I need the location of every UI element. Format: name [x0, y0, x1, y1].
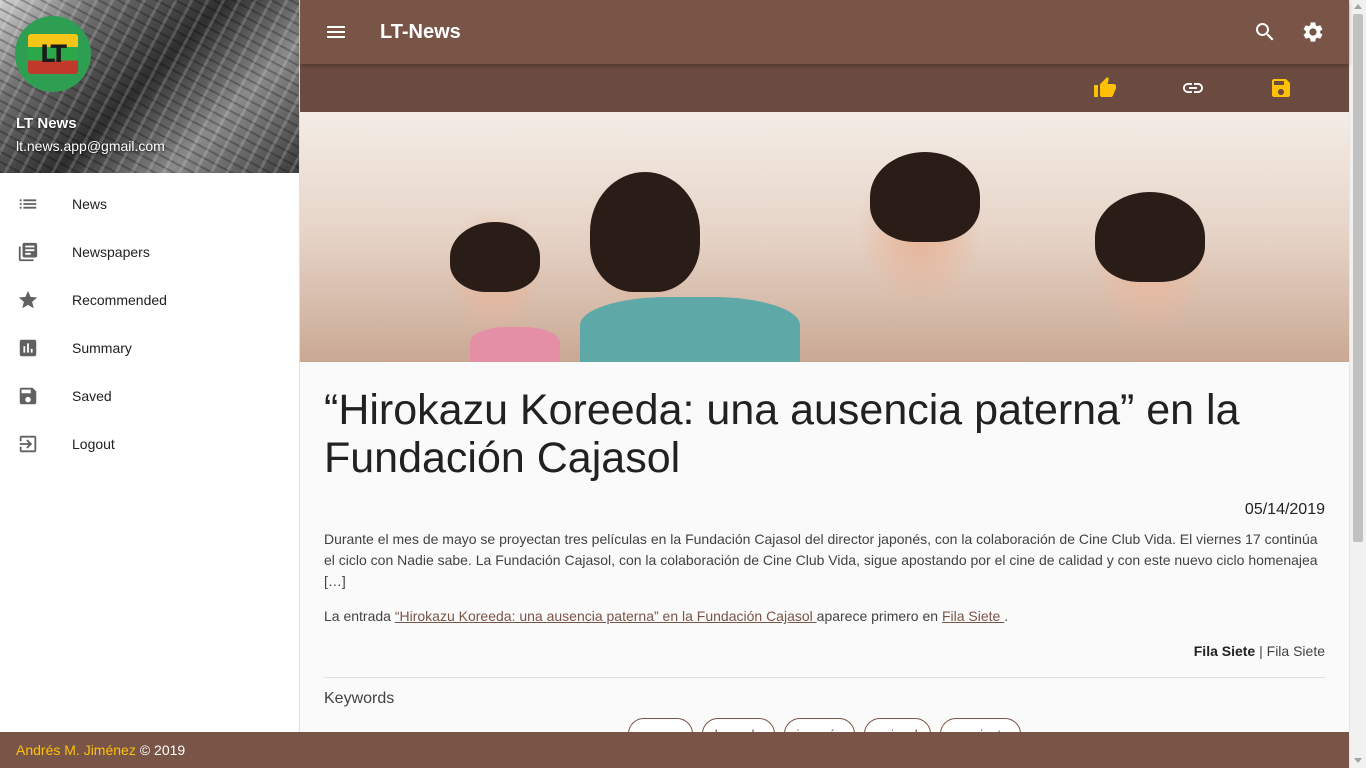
scroll-up-arrow[interactable]: [1354, 4, 1362, 9]
star-icon: [0, 289, 72, 311]
divider: [324, 677, 1325, 678]
menu-icon[interactable]: [324, 20, 348, 44]
nav-list: News Newspapers Recommended Summary Save…: [0, 173, 299, 468]
nav-item-summary[interactable]: Summary: [0, 324, 299, 372]
nav-item-label: News: [72, 196, 108, 212]
user-email: lt.news.app@gmail.com: [16, 138, 165, 154]
source-site: Fila Siete: [1266, 643, 1325, 659]
list-icon: [0, 193, 72, 215]
navigation-drawer: LT LT News lt.news.app@gmail.com News Ne…: [0, 0, 300, 732]
nav-item-label: Recommended: [72, 292, 167, 308]
logout-icon: [0, 433, 72, 455]
scroll-thumb[interactable]: [1353, 14, 1363, 542]
save-icon: [0, 385, 72, 407]
keywords-title: Keywords: [324, 690, 395, 707]
keyword-chip[interactable]: koreeda: [701, 718, 775, 732]
keyword-chip[interactable]: cajasol: [864, 718, 931, 732]
footer-author: Andrés M. Jiménez: [16, 742, 136, 758]
nav-item-recommended[interactable]: Recommended: [0, 276, 299, 324]
keyword-chips: osamu koreeda japonés cajasol asesinato: [324, 718, 1325, 732]
nav-item-news[interactable]: News: [0, 180, 299, 228]
drawer-header: LT LT News lt.news.app@gmail.com: [0, 0, 299, 173]
bar-chart-icon: [0, 337, 72, 359]
article-content: “Hirokazu Koreeda: una ausencia paterna”…: [300, 112, 1349, 732]
article-image: [300, 112, 1349, 362]
nav-item-logout[interactable]: Logout: [0, 420, 299, 468]
nav-item-newspapers[interactable]: Newspapers: [0, 228, 299, 276]
scroll-down-arrow[interactable]: [1354, 758, 1362, 763]
article-link[interactable]: “Hirokazu Koreeda: una ausencia paterna”…: [395, 608, 817, 624]
save-icon[interactable]: [1269, 76, 1293, 100]
app-logo: LT: [28, 34, 78, 74]
thumb-up-icon[interactable]: [1093, 76, 1117, 100]
link-icon[interactable]: [1181, 76, 1205, 100]
nav-item-saved[interactable]: Saved: [0, 372, 299, 420]
keyword-chip[interactable]: asesinato: [939, 718, 1022, 732]
site-link[interactable]: Fila Siete: [942, 608, 1004, 624]
article-action-bar: [300, 64, 1349, 112]
keyword-chip[interactable]: osamu: [627, 718, 693, 732]
scrollbar[interactable]: [1349, 0, 1366, 768]
app-title: LT-News: [380, 20, 461, 43]
nav-item-label: Summary: [72, 340, 132, 356]
nav-item-label: Newspapers: [72, 244, 150, 260]
article-date: 05/14/2019: [1244, 501, 1325, 518]
footer: Andrés M. Jiménez © 2019: [0, 732, 1349, 768]
article-summary: Durante el mes de mayo se proyectan tres…: [324, 531, 1318, 589]
search-icon[interactable]: [1253, 20, 1277, 44]
article-source: Fila Siete | Fila Siete: [1193, 643, 1325, 659]
article-headline: “Hirokazu Koreeda: una ausencia paterna”…: [324, 386, 1240, 482]
user-name: LT News: [16, 115, 77, 132]
nav-item-label: Saved: [72, 388, 112, 404]
nav-item-label: Logout: [72, 436, 115, 452]
settings-icon[interactable]: [1301, 20, 1325, 44]
footer-copyright: © 2019: [139, 742, 186, 758]
avatar[interactable]: LT: [15, 16, 91, 92]
newspapers-icon: [0, 241, 72, 263]
article-body: “Hirokazu Koreeda: una ausencia paterna”…: [300, 362, 1349, 732]
source-name: Fila Siete: [1193, 643, 1256, 659]
article-entry-line: La entrada “Hirokazu Koreeda: una ausenc…: [324, 608, 1009, 624]
keyword-chip[interactable]: japonés: [783, 718, 856, 732]
app-bar: LT-News: [300, 0, 1349, 64]
